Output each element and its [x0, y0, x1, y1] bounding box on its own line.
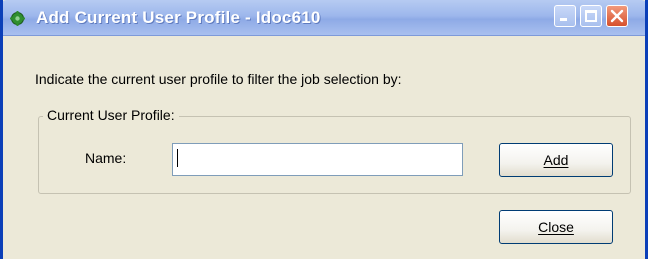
- text-caret: [177, 149, 178, 167]
- maximize-button[interactable]: [580, 5, 602, 27]
- dialog-window: Add Current User Profile - Idoc610 Indic…: [0, 0, 648, 259]
- close-icon: [610, 9, 624, 23]
- minimize-icon: [560, 18, 567, 21]
- close-button[interactable]: Close: [499, 210, 613, 244]
- group-label: Current User Profile:: [43, 107, 179, 123]
- title-bar[interactable]: Add Current User Profile - Idoc610: [3, 0, 645, 36]
- close-window-button[interactable]: [606, 5, 628, 27]
- add-button[interactable]: Add: [499, 143, 613, 177]
- maximize-icon: [585, 10, 597, 22]
- minimize-button[interactable]: [554, 5, 576, 27]
- instruction-text: Indicate the current user profile to fil…: [35, 71, 402, 87]
- name-label: Name:: [85, 150, 127, 166]
- window-title: Add Current User Profile - Idoc610: [36, 8, 321, 27]
- name-field[interactable]: [172, 143, 463, 176]
- green-gear-icon: [10, 11, 25, 26]
